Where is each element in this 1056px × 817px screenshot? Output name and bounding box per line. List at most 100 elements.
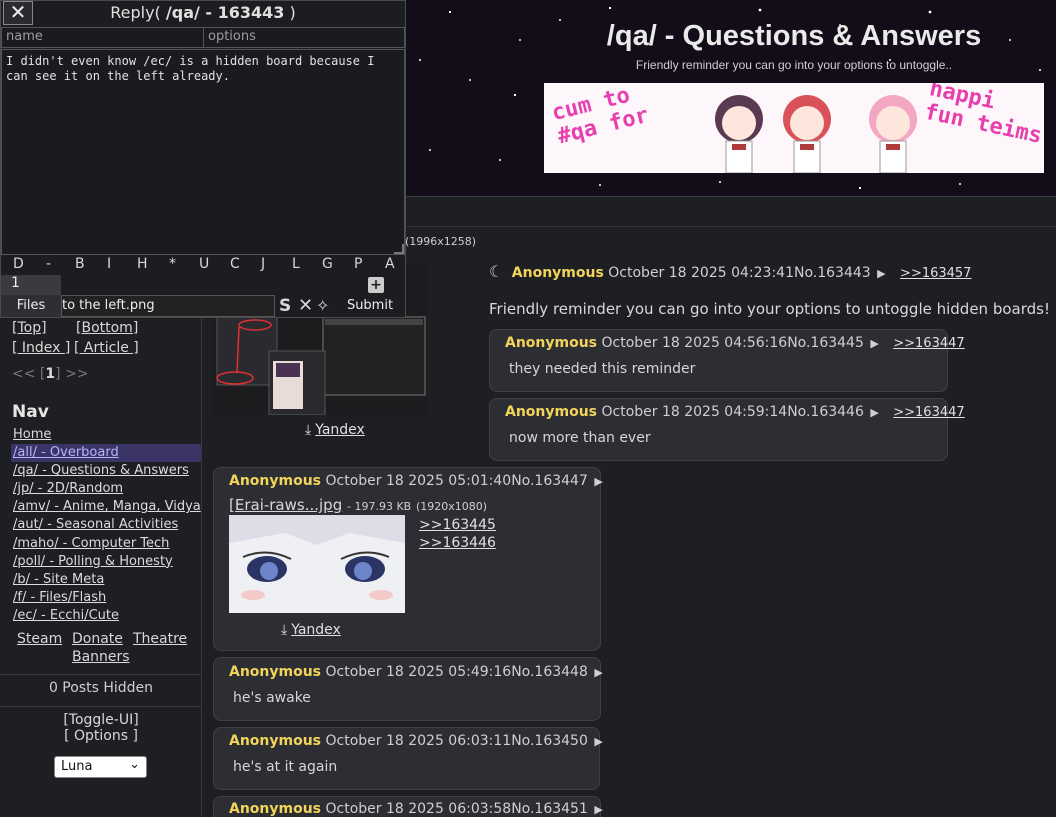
format-button[interactable]: U xyxy=(199,256,209,272)
format-button[interactable]: J xyxy=(261,256,265,272)
remove-file-icon[interactable]: ✕ xyxy=(298,295,313,316)
steam-link[interactable]: Steam xyxy=(17,630,62,648)
post-menu-arrow-icon[interactable]: ▶ xyxy=(594,666,602,679)
spoiler-icon[interactable]: S xyxy=(279,296,291,316)
pager: << [1] >> xyxy=(12,366,89,382)
article-link[interactable]: [ Article ] xyxy=(74,340,139,356)
nav-item-qa[interactable]: /qa/ - Questions & Answers xyxy=(13,462,201,480)
pager-prev[interactable]: << xyxy=(12,366,35,382)
post-number[interactable]: No.163448 xyxy=(511,664,588,680)
resize-handle-icon[interactable] xyxy=(394,244,404,254)
post-date: October 18 2025 06:03:11 xyxy=(325,733,512,749)
post-menu-arrow-icon[interactable]: ▶ xyxy=(870,337,878,350)
format-button[interactable]: C xyxy=(230,256,240,272)
pager-current[interactable]: 1 xyxy=(45,366,55,382)
nav-item-maho[interactable]: /maho/ - Computer Tech xyxy=(13,535,201,553)
post-menu-arrow-icon[interactable]: ▶ xyxy=(594,735,602,748)
sidebar-divider xyxy=(0,674,202,675)
captcha-input[interactable]: 1 xyxy=(1,275,61,295)
file-dims: (1920x1080) xyxy=(416,500,488,513)
magic-wand-icon[interactable]: ✧ xyxy=(316,296,329,315)
post-backlink[interactable]: >>163457 xyxy=(900,266,971,281)
quote-link[interactable]: >>163446 xyxy=(419,534,496,552)
format-button[interactable]: * xyxy=(169,256,176,272)
download-link[interactable]: ⤓ Yandex xyxy=(281,622,341,638)
options-field[interactable]: options xyxy=(203,27,405,48)
nav-item-all[interactable]: /all/ - Overboard xyxy=(11,444,201,463)
toggle-ui-link[interactable]: [Toggle-UI] xyxy=(63,712,138,728)
reply-title-prefix: Reply( xyxy=(110,3,161,22)
post-date: October 18 2025 05:49:16 xyxy=(325,664,512,680)
theme-select[interactable]: Luna ⌄ xyxy=(54,756,147,778)
files-button[interactable]: Files xyxy=(1,295,61,317)
format-button[interactable]: H xyxy=(137,256,148,272)
poster-name: Anonymous xyxy=(229,473,322,489)
plus-icon[interactable]: + xyxy=(368,277,384,293)
file-name-input[interactable]: to the left.png xyxy=(61,295,275,317)
post-backlink[interactable]: >>163447 xyxy=(893,336,964,351)
format-button[interactable]: L xyxy=(292,256,300,272)
format-button[interactable]: B xyxy=(75,256,85,272)
post-number[interactable]: No.163447 xyxy=(511,473,588,489)
post-number[interactable]: No.163445 xyxy=(787,335,864,351)
op-download-link[interactable]: ⤓ Yandex xyxy=(305,422,365,438)
post-body: he's awake xyxy=(233,690,311,706)
format-button[interactable]: I xyxy=(107,256,111,272)
message-textarea[interactable]: I didn't even know /ec/ is a hidden boar… xyxy=(1,49,405,255)
quote-link[interactable]: >>163445 xyxy=(419,516,496,534)
reply-title[interactable]: Reply( /qa/ - 163443 ) xyxy=(1,1,405,25)
bottom-link[interactable]: [Bottom] xyxy=(76,320,138,336)
banners-link[interactable]: Banners xyxy=(72,648,130,666)
thread-divider xyxy=(406,226,1056,227)
reply-post: Anonymous October 18 2025 04:59:14No.163… xyxy=(489,398,965,461)
post-number[interactable]: No.163450 xyxy=(511,733,588,749)
nav-item-home[interactable]: Home xyxy=(13,426,201,444)
nav-item-poll[interactable]: /poll/ - Polling & Honesty xyxy=(13,553,201,571)
theme-select-value: Luna xyxy=(61,759,93,774)
nav-item-amv[interactable]: /amv/ - Anime, Manga, Vidya xyxy=(13,498,201,516)
format-button[interactable]: D xyxy=(13,256,24,272)
post-body: they needed this reminder xyxy=(509,361,696,377)
donate-link[interactable]: Donate xyxy=(72,630,123,648)
format-button[interactable]: A xyxy=(385,256,395,272)
format-button[interactable]: G xyxy=(322,256,333,272)
moon-icon[interactable]: ☾ xyxy=(489,262,503,281)
top-link[interactable]: [Top] xyxy=(12,320,47,336)
anime-thumbnail[interactable] xyxy=(229,515,405,613)
post-date: October 18 2025 04:56:16 xyxy=(601,335,788,351)
poster-name: Anonymous xyxy=(505,335,598,351)
pager-next[interactable]: >> xyxy=(65,366,88,382)
nav-item-ec[interactable]: /ec/ - Ecchi/Cute xyxy=(13,607,201,625)
nav-item-f[interactable]: /f/ - Files/Flash xyxy=(13,589,201,607)
board-subtitle: Friendly reminder you can go into your o… xyxy=(635,58,953,72)
nav-item-aut[interactable]: /aut/ - Seasonal Activities xyxy=(13,516,201,534)
nav-item-jp[interactable]: /jp/ - 2D/Random xyxy=(13,480,201,498)
options-link[interactable]: [ Options ] xyxy=(64,728,138,744)
theatre-link[interactable]: Theatre xyxy=(133,630,187,648)
nav-item-b[interactable]: /b/ - Site Meta xyxy=(13,571,201,589)
index-link[interactable]: [ Index ] xyxy=(12,340,70,356)
file-name-link[interactable]: [Erai-raws...jpg xyxy=(229,496,342,514)
post-menu-arrow-icon[interactable]: ▶ xyxy=(870,406,878,419)
board-banner[interactable]: cum to #qa for happi fun teims xyxy=(544,83,1044,173)
post-number[interactable]: No.163446 xyxy=(787,404,864,420)
post-menu-arrow-icon[interactable]: ▶ xyxy=(877,267,885,280)
submit-button[interactable]: Submit xyxy=(338,295,402,317)
post-menu-arrow-icon[interactable]: ▶ xyxy=(594,475,602,488)
poster-name: Anonymous xyxy=(505,404,598,420)
post-backlink[interactable]: >>163447 xyxy=(893,405,964,420)
reply-post: Anonymous October 18 2025 05:49:16No.163… xyxy=(213,657,603,721)
name-field[interactable]: name xyxy=(1,27,204,48)
post-menu-arrow-icon[interactable]: ▶ xyxy=(594,803,602,816)
chevron-down-icon: ⌄ xyxy=(129,757,140,772)
reply-box[interactable]: Reply( /qa/ - 163443 ) ✕ name options I … xyxy=(0,0,406,318)
op-file-dims: (1996x1258) xyxy=(405,235,477,248)
format-button[interactable]: - xyxy=(46,256,51,272)
download-label: Yandex xyxy=(291,622,341,638)
nav-title: Nav xyxy=(12,402,49,422)
format-button[interactable]: P xyxy=(354,256,362,272)
post-date: October 18 2025 04:23:41 xyxy=(608,265,794,281)
close-icon[interactable]: ✕ xyxy=(3,1,33,25)
post-number[interactable]: No.163443 xyxy=(794,265,871,281)
post-number[interactable]: No.163451 xyxy=(511,801,588,817)
